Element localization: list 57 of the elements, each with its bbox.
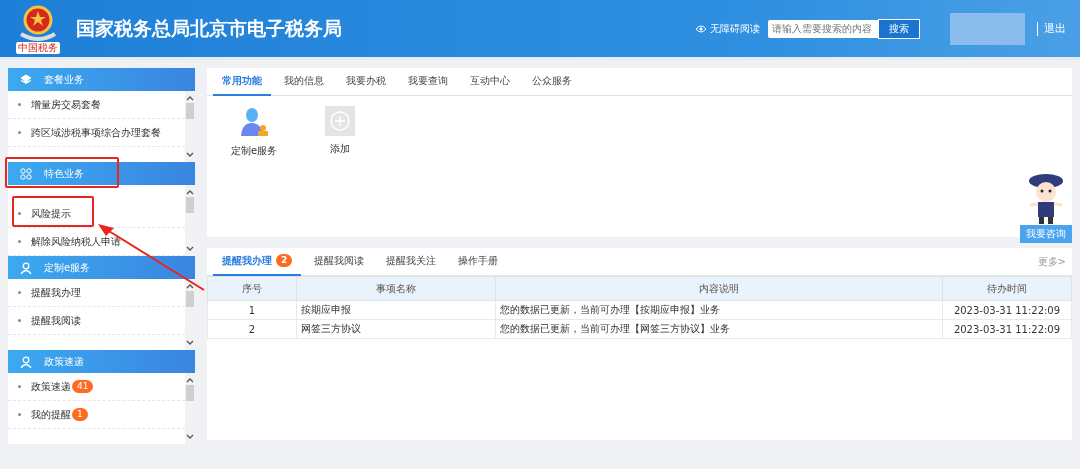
section-title: 特色业务 bbox=[44, 166, 84, 181]
panel-tab[interactable]: 我要查询 bbox=[399, 67, 457, 96]
column-header: 序号 bbox=[207, 276, 297, 301]
chevron-up-icon[interactable] bbox=[186, 377, 194, 383]
panel-tab[interactable]: 公众服务 bbox=[523, 67, 581, 96]
count-badge: 2 bbox=[276, 254, 293, 267]
shortcut-label[interactable]: 添加 bbox=[330, 142, 350, 156]
emblem-icon bbox=[18, 3, 58, 42]
section-title: 定制e服务 bbox=[44, 260, 91, 275]
panel-tab[interactable]: 我的信息 bbox=[275, 67, 333, 96]
table-cell: 网签三方协议 bbox=[296, 319, 496, 339]
column-header: 内容说明 bbox=[495, 276, 943, 301]
scrollbar-thumb[interactable] bbox=[186, 385, 194, 401]
scrollbar[interactable] bbox=[185, 279, 195, 350]
table-cell: 2023-03-31 11:22:09 bbox=[942, 319, 1072, 339]
chevron-down-icon[interactable] bbox=[186, 340, 194, 346]
table-cell: 按期应申报 bbox=[296, 300, 496, 320]
table-cell: 1 bbox=[207, 300, 297, 320]
person-icon[interactable] bbox=[238, 106, 270, 138]
chevron-up-icon[interactable] bbox=[186, 283, 194, 289]
user-icon bbox=[20, 261, 32, 274]
panel-tab[interactable]: 我要办税 bbox=[337, 67, 395, 96]
grid-icon bbox=[20, 167, 32, 180]
user-icon bbox=[20, 355, 32, 368]
panel-tab[interactable]: 互动中心 bbox=[461, 67, 519, 96]
table-cell: 您的数据已更新，当前可办理【按期应申报】业务 bbox=[495, 300, 943, 320]
stack-icon bbox=[20, 73, 32, 86]
search-field[interactable]: 请输入需要搜索的内容 bbox=[768, 19, 878, 38]
scrollbar-thumb[interactable] bbox=[186, 291, 194, 307]
logo-caption: 中国税务 bbox=[16, 41, 60, 54]
section-title: 政策速递 bbox=[44, 354, 84, 369]
shortcut-label[interactable]: 定制e服务 bbox=[230, 144, 278, 158]
scrollbar[interactable] bbox=[185, 91, 195, 162]
table-cell: 2 bbox=[207, 319, 297, 339]
panel-tab[interactable]: 提醒我关注 bbox=[377, 247, 446, 276]
site-title: 国家税务总局北京市电子税务局 bbox=[76, 15, 342, 41]
table-cell: 2023-03-31 11:22:09 bbox=[942, 300, 1072, 320]
search-button[interactable]: 搜索 bbox=[878, 18, 920, 39]
table-cell: 您的数据已更新，当前可办理【网签三方协议】业务 bbox=[495, 319, 943, 339]
section-title: 套餐业务 bbox=[44, 72, 84, 87]
count-badge: 41 bbox=[72, 380, 94, 393]
mascot-drawing bbox=[1026, 173, 1066, 225]
eye-icon bbox=[695, 24, 707, 33]
scrollbar-thumb[interactable] bbox=[186, 103, 194, 119]
scrollbar[interactable] bbox=[185, 185, 195, 256]
count-badge: 1 bbox=[72, 408, 88, 421]
chevron-up-icon[interactable] bbox=[186, 95, 194, 101]
chevron-down-icon[interactable] bbox=[186, 434, 194, 440]
panel-tab[interactable]: 常用功能 bbox=[213, 67, 271, 96]
chevron-up-icon[interactable] bbox=[186, 189, 194, 195]
column-header: 事项名称 bbox=[296, 276, 496, 301]
panel-tab[interactable]: 操作手册 bbox=[449, 247, 508, 276]
panel-tab[interactable]: 提醒我阅读 bbox=[305, 247, 374, 276]
chevron-down-icon[interactable] bbox=[186, 246, 194, 252]
chevron-down-icon[interactable] bbox=[186, 152, 194, 158]
scrollbar-thumb[interactable] bbox=[186, 197, 194, 213]
column-header: 待办时间 bbox=[942, 276, 1072, 301]
